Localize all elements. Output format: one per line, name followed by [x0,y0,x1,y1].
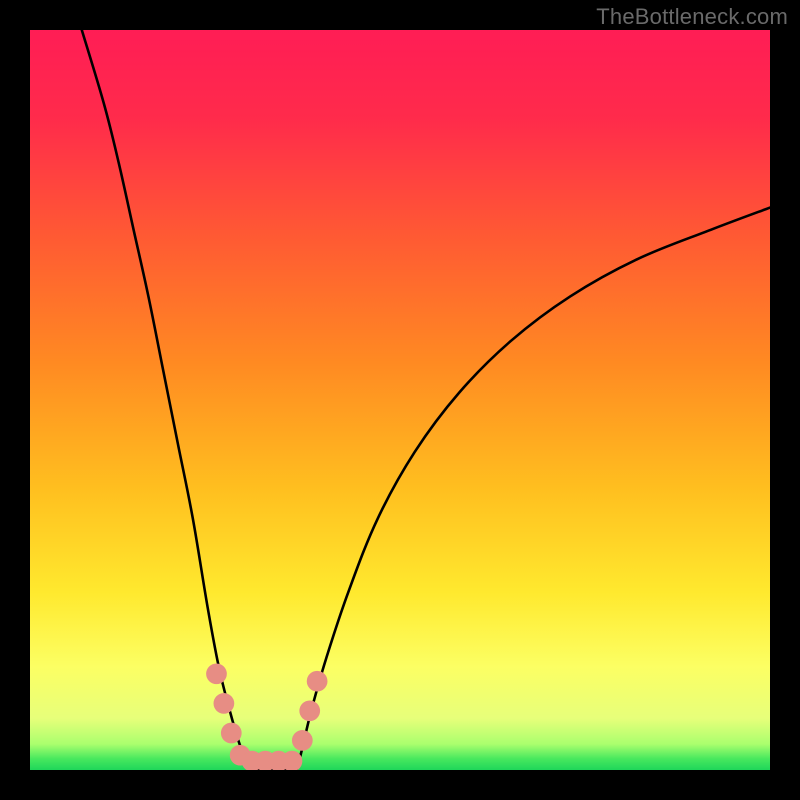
left-dot-3 [221,723,242,744]
right-dot-2 [299,700,320,721]
left-dot-1 [206,663,227,684]
left-dot-2 [214,693,235,714]
curve-layer [30,30,770,770]
watermark-text: TheBottleneck.com [596,4,788,30]
plot-area [30,30,770,770]
bottleneck-curve [82,30,770,770]
right-dot-1 [292,730,313,751]
chart-frame: TheBottleneck.com [0,0,800,800]
right-dot-3 [307,671,328,692]
